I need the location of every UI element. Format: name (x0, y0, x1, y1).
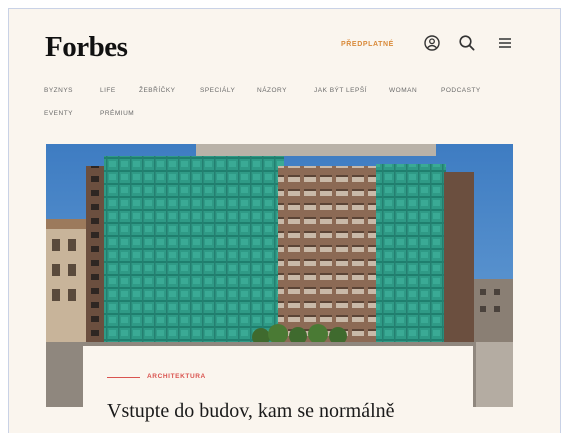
nav-item-specialy[interactable]: SPECIÁLY (200, 87, 235, 94)
nav-item-eventy[interactable]: EVENTY (44, 110, 73, 117)
menu-icon[interactable] (495, 33, 515, 53)
search-icon[interactable] (457, 33, 477, 53)
forbes-logo[interactable]: Forbes (45, 31, 128, 64)
user-icon[interactable] (422, 33, 442, 53)
nav-item-podcasty[interactable]: PODCASTY (441, 87, 481, 94)
nav-item-nazory[interactable]: NÁZORY (257, 87, 287, 94)
article-category[interactable]: ARCHITEKTURA (147, 373, 206, 380)
nav-item-premium[interactable]: PRÉMIUM (100, 110, 134, 117)
nav-item-byznys[interactable]: BYZNYS (44, 87, 73, 94)
nav-item-woman[interactable]: WOMAN (389, 87, 417, 94)
article-card[interactable]: ARCHITEKTURA Vstupte do budov, kam se no… (83, 346, 473, 433)
subscribe-link[interactable]: PŘEDPLATNÉ (341, 41, 394, 48)
nav-item-zebricky[interactable]: ŽEBŘÍČKY (139, 87, 176, 94)
category-accent-line (107, 377, 140, 378)
browser-frame: Forbes PŘEDPLATNÉ BYZNYS LIFE ŽEBŘÍČKY S… (8, 8, 561, 433)
nav-item-jak-byt-lepsi[interactable]: JAK BÝT LEPŠÍ (314, 87, 367, 94)
nav-item-life[interactable]: LIFE (100, 87, 116, 94)
article-title[interactable]: Vstupte do budov, kam se normálně (107, 400, 395, 423)
